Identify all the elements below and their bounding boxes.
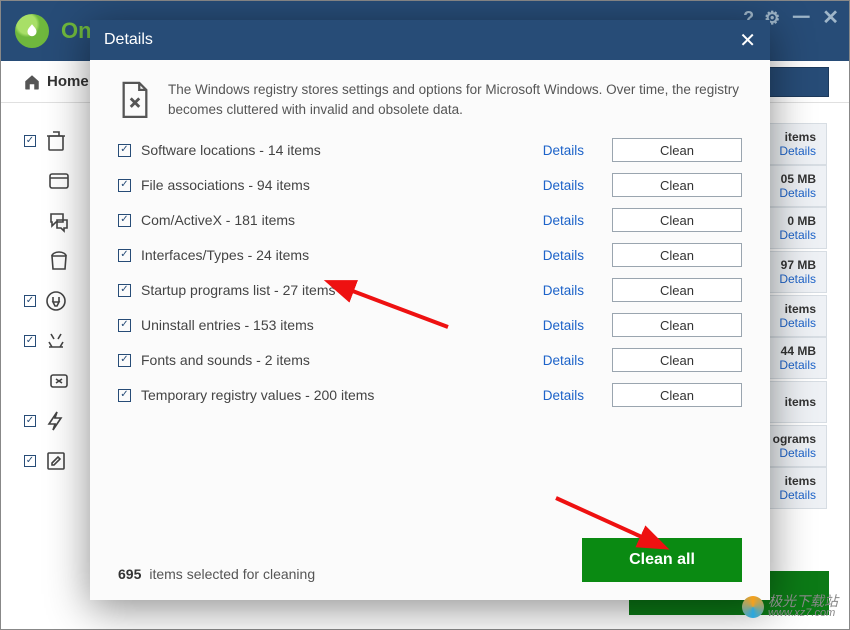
details-modal: Details ✕ The Windows registry stores se… xyxy=(90,20,770,600)
modal-body: The Windows registry stores settings and… xyxy=(90,60,770,600)
item-details-link[interactable]: Details xyxy=(543,213,584,228)
registry-item-row: Software locations - 14 items Details Clea… xyxy=(118,138,742,162)
item-checkbox[interactable] xyxy=(118,319,131,332)
item-label: Fonts and sounds - 2 items xyxy=(141,352,310,368)
item-clean-button[interactable]: Clean xyxy=(612,278,742,302)
item-checkbox[interactable] xyxy=(118,214,131,227)
modal-items-list: Software locations - 14 items Details Clea… xyxy=(118,138,742,407)
watermark-url: www.xz7.com xyxy=(768,608,838,620)
modal-description: The Windows registry stores settings and… xyxy=(168,80,742,119)
item-clean-button[interactable]: Clean xyxy=(612,138,742,162)
registry-item-row: Startup programs list - 27 items Details C… xyxy=(118,278,742,302)
item-clean-button[interactable]: Clean xyxy=(612,383,742,407)
item-details-link[interactable]: Details xyxy=(543,388,584,403)
item-clean-button[interactable]: Clean xyxy=(612,208,742,232)
item-details-link[interactable]: Details xyxy=(543,143,584,158)
item-checkbox[interactable] xyxy=(118,249,131,262)
item-checkbox[interactable] xyxy=(118,354,131,367)
item-details-link[interactable]: Details xyxy=(543,353,584,368)
item-label: Uninstall entries - 153 items xyxy=(141,317,314,333)
item-checkbox[interactable] xyxy=(118,389,131,402)
item-label: Software locations - 14 items xyxy=(141,142,321,158)
watermark-text: 极光下载站 xyxy=(768,594,838,609)
item-details-link[interactable]: Details xyxy=(543,248,584,263)
item-clean-button[interactable]: Clean xyxy=(612,243,742,267)
registry-item-row: Uninstall entries - 153 items Details Clea… xyxy=(118,313,742,337)
modal-close-icon[interactable]: ✕ xyxy=(739,28,756,53)
item-label: Interfaces/Types - 24 items xyxy=(141,247,309,263)
item-clean-button[interactable]: Clean xyxy=(612,348,742,372)
watermark: 极光下载站 www.xz7.com xyxy=(742,594,838,620)
registry-item-row: Interfaces/Types - 24 items Details Clean xyxy=(118,243,742,267)
watermark-icon xyxy=(742,596,764,618)
item-checkbox[interactable] xyxy=(118,284,131,297)
registry-item-row: Temporary registry values - 200 items Det… xyxy=(118,383,742,407)
modal-title: Details xyxy=(104,31,153,49)
item-checkbox[interactable] xyxy=(118,179,131,192)
item-label: Temporary registry values - 200 items xyxy=(141,387,374,403)
item-details-link[interactable]: Details xyxy=(543,318,584,333)
registry-item-row: Com/ActiveX - 181 items Details Clean xyxy=(118,208,742,232)
modal-description-row: The Windows registry stores settings and… xyxy=(118,80,742,120)
document-x-icon xyxy=(118,80,152,120)
selected-count: 695 xyxy=(118,566,141,582)
item-label: File associations - 94 items xyxy=(141,177,310,193)
registry-item-row: File associations - 94 items Details Clean xyxy=(118,173,742,197)
modal-backdrop: Details ✕ The Windows registry stores se… xyxy=(0,0,850,630)
item-details-link[interactable]: Details xyxy=(543,283,584,298)
clean-all-button[interactable]: Clean all xyxy=(582,538,742,582)
registry-item-row: Fonts and sounds - 2 items Details Clean xyxy=(118,348,742,372)
item-details-link[interactable]: Details xyxy=(543,178,584,193)
modal-header: Details ✕ xyxy=(90,20,770,60)
selected-text: items selected for cleaning xyxy=(149,566,315,582)
item-label: Com/ActiveX - 181 items xyxy=(141,212,295,228)
item-checkbox[interactable] xyxy=(118,144,131,157)
item-label: Startup programs list - 27 items xyxy=(141,282,336,298)
item-clean-button[interactable]: Clean xyxy=(612,313,742,337)
item-clean-button[interactable]: Clean xyxy=(612,173,742,197)
